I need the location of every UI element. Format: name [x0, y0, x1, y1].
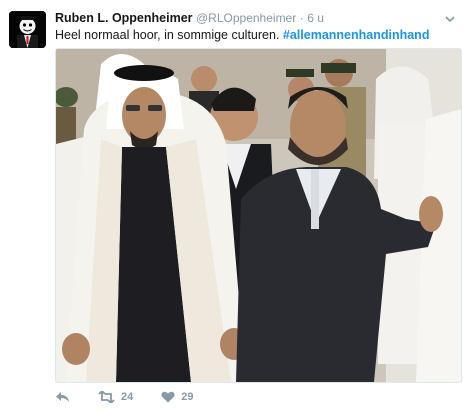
tweet-body: Heel normaal hoor, in sommige culturen. [55, 28, 280, 42]
tweet-header: Ruben L. Oppenheimer @RLOppenheimer · 6 … [55, 11, 455, 26]
author-handle[interactable]: @RLOppenheimer [196, 11, 296, 25]
like-button[interactable]: 29 [161, 391, 194, 403]
author-name[interactable]: Ruben L. Oppenheimer [55, 11, 193, 25]
tweet-actions: 24 29 [55, 389, 222, 405]
retweet-count: 24 [121, 391, 134, 403]
tweet-text: Heel normaal hoor, in sommige culturen. … [55, 27, 455, 43]
chevron-down-icon[interactable] [445, 13, 455, 23]
separator-dot: · [299, 11, 304, 25]
like-count: 29 [181, 391, 194, 403]
avatar[interactable] [9, 11, 46, 48]
tweet-photo[interactable] [55, 48, 462, 383]
reply-icon [55, 391, 70, 403]
retweet-icon [98, 391, 115, 403]
reply-button[interactable] [55, 391, 70, 403]
timestamp[interactable]: 6 u [307, 11, 324, 25]
hashtag-link[interactable]: #allemannenhandinhand [283, 28, 430, 42]
heart-icon [161, 391, 175, 403]
retweet-button[interactable]: 24 [98, 391, 133, 403]
